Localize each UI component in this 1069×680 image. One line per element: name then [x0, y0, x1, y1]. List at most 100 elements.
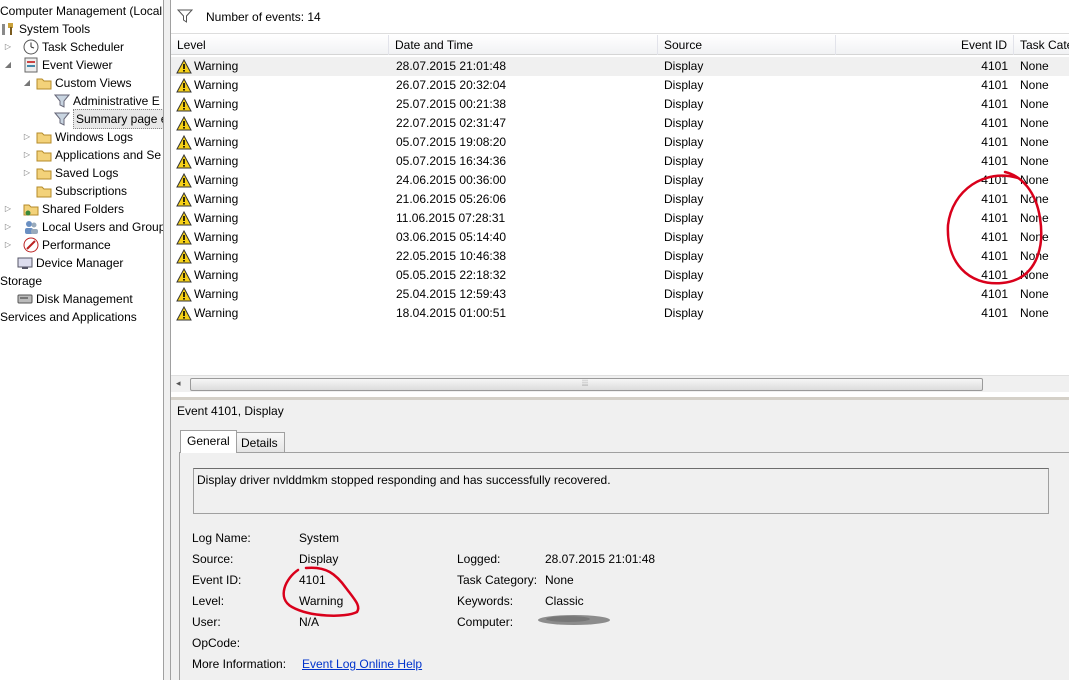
tab-details[interactable]: Details	[234, 432, 285, 453]
user-label: User:	[192, 615, 221, 629]
table-row[interactable]: Warning 11.06.2015 07:28:31 Display 4101 Non…	[171, 209, 1069, 228]
cell-level: Warning	[194, 97, 239, 111]
cell-date-time: 05.07.2015 19:08:20	[396, 135, 507, 149]
source-value: Display	[299, 552, 339, 566]
horizontal-scrollbar[interactable]: ◂ ⦙⦙⦙	[171, 375, 1069, 392]
cell-level: Warning	[194, 154, 239, 168]
table-row[interactable]: Warning 03.06.2015 05:14:40 Display 4101 Non…	[171, 228, 1069, 247]
expand-arrow-icon[interactable]: ▷	[3, 236, 13, 254]
shared-folder-icon	[23, 201, 39, 217]
tree-item-system-tools[interactable]: System Tools	[0, 20, 90, 38]
log-name-label: Log Name:	[192, 531, 251, 545]
table-row[interactable]: Warning 26.07.2015 20:32:04 Display 4101 Non…	[171, 76, 1069, 95]
cell-level: Warning	[194, 192, 239, 206]
table-row[interactable]: Warning 05.07.2015 19:08:20 Display 4101 Non…	[171, 133, 1069, 152]
tree-item-performance[interactable]: ▷ Performance	[3, 236, 111, 254]
column-task-category[interactable]: Task Cate	[1014, 35, 1069, 55]
cell-task-category: None	[1020, 306, 1049, 320]
expand-arrow-icon[interactable]: ▷	[3, 218, 13, 236]
expand-arrow-icon[interactable]: ▷	[3, 38, 13, 56]
details-title: Event 4101, Display	[177, 404, 284, 418]
column-source[interactable]: Source	[658, 35, 836, 55]
cell-task-category: None	[1020, 249, 1049, 263]
tree-item-subscriptions[interactable]: Subscriptions	[36, 182, 127, 200]
table-row[interactable]: Warning 22.05.2015 10:46:38 Display 4101 Non…	[171, 247, 1069, 266]
scroll-left-icon[interactable]: ◂	[176, 378, 181, 389]
expand-arrow-icon[interactable]: ▷	[22, 164, 32, 182]
cell-level: Warning	[194, 268, 239, 282]
tree-item-event-viewer[interactable]: ◢ Event Viewer	[3, 56, 112, 74]
collapse-arrow-icon[interactable]: ◢	[3, 56, 13, 74]
navigation-tree: Computer Management (Local System Tools …	[0, 0, 163, 680]
table-row[interactable]: Warning 25.04.2015 12:59:43 Display 4101 Non…	[171, 285, 1069, 304]
cell-source: Display	[664, 135, 704, 149]
table-row[interactable]: Warning 25.07.2015 00:21:38 Display 4101 Non…	[171, 95, 1069, 114]
pane-splitter[interactable]	[163, 0, 171, 680]
table-row[interactable]: Warning 18.04.2015 01:00:51 Display 4101 Non…	[171, 304, 1069, 323]
cell-task-category: None	[1020, 287, 1049, 301]
cell-task-category: None	[1020, 154, 1049, 168]
tree-item-disk-management[interactable]: Disk Management	[17, 290, 133, 308]
tree-item-administrative-events[interactable]: Administrative E	[53, 92, 160, 110]
tree-item-applications-services[interactable]: ▷ Applications and Se	[22, 146, 161, 164]
filter-icon[interactable]	[176, 9, 194, 26]
tree-item-saved-logs[interactable]: ▷ Saved Logs	[22, 164, 118, 182]
cell-level: Warning	[194, 249, 239, 263]
warning-icon	[176, 134, 192, 150]
tree-item-windows-logs[interactable]: ▷ Windows Logs	[22, 128, 133, 146]
collapse-arrow-icon[interactable]: ◢	[22, 74, 32, 92]
tools-icon	[0, 21, 16, 37]
warning-icon	[176, 153, 192, 169]
tree-item-task-scheduler[interactable]: ▷ Task Scheduler	[3, 38, 124, 56]
tree-item-summary-page[interactable]: Summary page e	[53, 109, 163, 129]
tree-item-storage[interactable]: Storage	[0, 272, 42, 290]
cell-level: Warning	[194, 173, 239, 187]
cell-event-id: 4101	[981, 249, 1008, 263]
warning-icon	[176, 229, 192, 245]
level-label: Level:	[192, 594, 225, 608]
table-row[interactable]: Warning 22.07.2015 02:31:47 Display 4101 Non…	[171, 114, 1069, 133]
column-event-id[interactable]: Event ID	[836, 35, 1014, 55]
cell-level: Warning	[194, 135, 239, 149]
cell-event-id: 4101	[981, 78, 1008, 92]
tree-root[interactable]: Computer Management (Local	[0, 2, 162, 20]
tree-item-local-users-groups[interactable]: ▷ Local Users and Groups	[3, 218, 163, 236]
tree-item-services-applications[interactable]: Services and Applications	[0, 308, 137, 326]
cell-event-id: 4101	[981, 59, 1008, 73]
table-row[interactable]: Warning 05.07.2015 16:34:36 Display 4101 Non…	[171, 152, 1069, 171]
cell-date-time: 05.05.2015 22:18:32	[396, 268, 507, 282]
column-level[interactable]: Level	[171, 35, 389, 55]
cell-level: Warning	[194, 230, 239, 244]
cell-date-time: 28.07.2015 21:01:48	[396, 59, 507, 73]
warning-icon	[176, 286, 192, 302]
table-row[interactable]: Warning 24.06.2015 00:36:00 Display 4101 Non…	[171, 171, 1069, 190]
tree-item-shared-folders[interactable]: ▷ Shared Folders	[3, 200, 124, 218]
tree-item-device-manager[interactable]: Device Manager	[17, 254, 123, 272]
expand-arrow-icon[interactable]: ▷	[22, 128, 32, 146]
cell-task-category: None	[1020, 78, 1049, 92]
scrollbar-thumb[interactable]: ⦙⦙⦙	[190, 378, 983, 391]
column-date-time[interactable]: Date and Time	[389, 35, 658, 55]
tab-general[interactable]: General	[180, 430, 237, 453]
cell-task-category: None	[1020, 116, 1049, 130]
table-row[interactable]: Warning 28.07.2015 21:01:48 Display 4101 Non…	[171, 57, 1069, 76]
cell-event-id: 4101	[981, 135, 1008, 149]
cell-source: Display	[664, 230, 704, 244]
cell-task-category: None	[1020, 268, 1049, 282]
expand-arrow-icon[interactable]: ▷	[22, 146, 32, 164]
source-label: Source:	[192, 552, 234, 566]
level-value: Warning	[299, 594, 344, 608]
cell-source: Display	[664, 97, 704, 111]
expand-arrow-icon[interactable]: ▷	[3, 200, 13, 218]
warning-icon	[176, 248, 192, 264]
cell-date-time: 05.07.2015 16:34:36	[396, 154, 507, 168]
table-row[interactable]: Warning 21.06.2015 05:26:06 Display 4101 Non…	[171, 190, 1069, 209]
event-log-online-help-link[interactable]: Event Log Online Help	[302, 657, 422, 671]
clock-icon	[23, 39, 39, 55]
tree-item-custom-views[interactable]: ◢ Custom Views	[22, 74, 132, 92]
table-row[interactable]: Warning 05.05.2015 22:18:32 Display 4101 Non…	[171, 266, 1069, 285]
event-description: Display driver nvlddmkm stopped respondi…	[193, 468, 1049, 514]
cell-event-id: 4101	[981, 116, 1008, 130]
cell-event-id: 4101	[981, 211, 1008, 225]
cell-date-time: 03.06.2015 05:14:40	[396, 230, 507, 244]
